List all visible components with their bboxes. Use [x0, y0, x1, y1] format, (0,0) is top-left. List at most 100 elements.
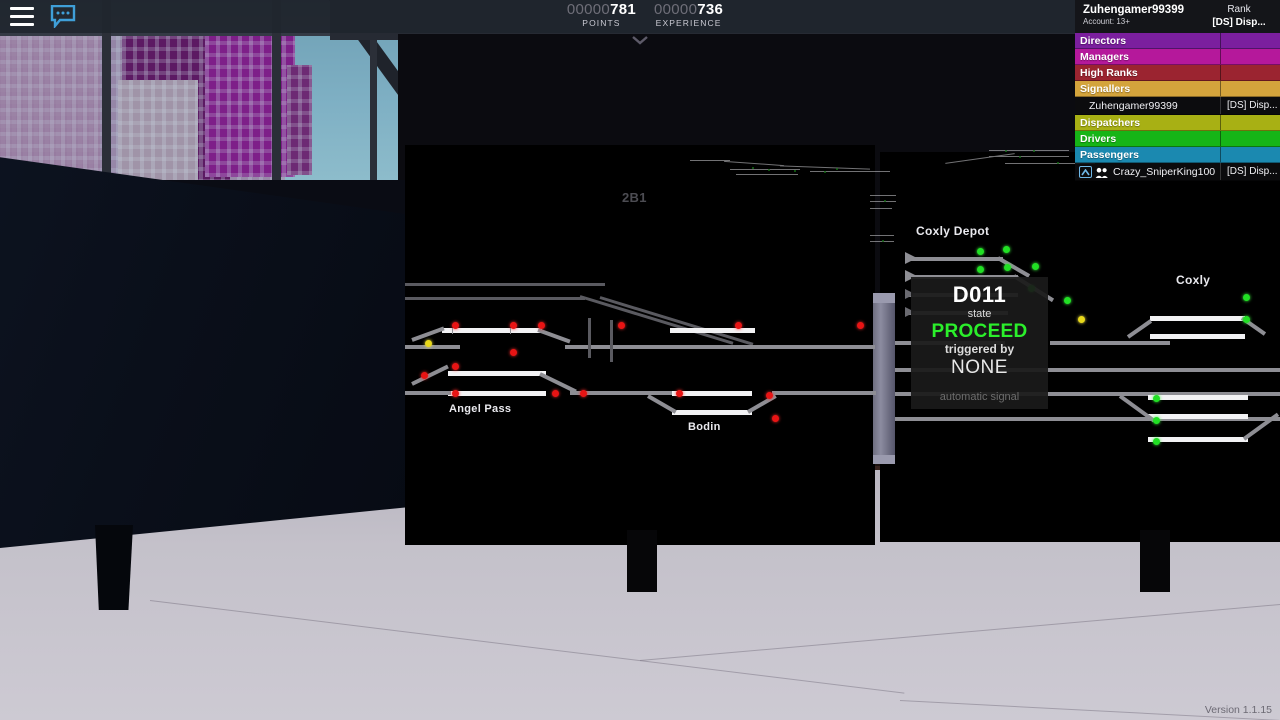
station-label-2b1: 2B1: [622, 190, 647, 205]
rail-upper-through-2: [405, 297, 585, 300]
player-group-divider: [1220, 81, 1221, 96]
player-group-label: Drivers: [1080, 132, 1117, 145]
player-group-managers: Managers: [1075, 49, 1280, 65]
signal-green-11[interactable]: [1153, 417, 1160, 424]
player-group-divider: [1220, 147, 1221, 162]
station-label-coxly: Coxly: [1176, 273, 1211, 287]
stat-experience-value: 00000736: [654, 2, 723, 18]
rail-depot-merge: [1050, 341, 1170, 345]
signal-red-8[interactable]: [421, 372, 428, 379]
rail-diagonal-up-2: [599, 296, 754, 346]
player-group-label: Dispatchers: [1080, 116, 1141, 129]
stat-points: 00000781 POINTS: [567, 2, 636, 32]
signal-red-6[interactable]: [735, 322, 742, 329]
local-player-account-age: Account: 13+: [1083, 17, 1130, 26]
local-player-rank: [DS] Disp...: [1212, 17, 1266, 28]
player-row-rank: [DS] Disp...: [1227, 99, 1278, 111]
platform-coxly-lower-1: [1148, 395, 1248, 400]
player-group-divider: [1220, 65, 1221, 80]
rail-angel-upper-through: [405, 345, 460, 349]
signal-red-2[interactable]: [510, 322, 517, 329]
signal-red-4[interactable]: [510, 349, 517, 356]
tooltip-state-label: state: [967, 308, 992, 320]
player-row-name: Zuhengamer99399: [1089, 99, 1178, 112]
stat-points-value: 00000781: [567, 2, 636, 18]
rail-diagonal-up-1: [579, 295, 734, 345]
signal-red-3[interactable]: [538, 322, 545, 329]
platform-coxly-upper-1: [1150, 316, 1245, 321]
signal-green-2[interactable]: [1003, 246, 1010, 253]
player-stats: 00000781 POINTS 00000736 EXPERIENCE: [545, 2, 745, 32]
player-group-label: High Ranks: [1080, 66, 1138, 79]
signal-info-tooltip: D011 state PROCEED triggered by NONE aut…: [911, 277, 1048, 409]
hamburger-menu-icon[interactable]: [10, 7, 34, 26]
player-group-divider: [1220, 49, 1221, 64]
platform-coxly-lower-3: [1148, 437, 1248, 442]
signal-red-11[interactable]: [552, 390, 559, 397]
friends-icon: [1095, 166, 1109, 178]
rail-angel-lower-join-l: [411, 364, 449, 386]
player-group-directors: Directors: [1075, 33, 1280, 49]
signal-red-1[interactable]: [452, 322, 459, 329]
game-viewport: 2B1 Angel Pass Bodin Coxly Depot Coxly D…: [0, 0, 1280, 720]
chevron-down-icon[interactable]: [632, 32, 648, 45]
player-row-divider: [1220, 97, 1221, 114]
player-list: Zuhengamer99399 Account: 13+ Rank [DS] D…: [1075, 0, 1280, 181]
rail-bracket-1: [610, 320, 613, 362]
signal-green-12[interactable]: [1153, 438, 1160, 445]
player-row[interactable]: Zuhengamer99399 [DS] Disp...: [1075, 97, 1280, 115]
signal-green-4[interactable]: [1004, 264, 1011, 271]
tooltip-signal-id: D011: [952, 282, 1007, 307]
signal-red-9[interactable]: [452, 363, 459, 370]
signal-red-10[interactable]: [452, 390, 459, 397]
player-list-local-player: Zuhengamer99399 Account: 13+: [1083, 3, 1184, 27]
tooltip-state-value: PROCEED: [931, 321, 1028, 342]
player-group-label: Directors: [1080, 34, 1127, 47]
signal-yellow-2[interactable]: [1078, 316, 1085, 323]
chat-bubble-icon[interactable]: [50, 4, 76, 30]
stat-experience-label: EXPERIENCE: [655, 18, 722, 28]
player-group-label: Signallers: [1080, 82, 1131, 95]
signal-red-15[interactable]: [772, 415, 779, 422]
signal-red-14[interactable]: [766, 392, 773, 399]
signal-green-7[interactable]: [1064, 297, 1071, 304]
rail-bodin-join-l: [647, 394, 677, 414]
station-label-bodin: Bodin: [688, 421, 721, 433]
player-row[interactable]: Crazy_SniperKing100 [DS] Disp...: [1075, 163, 1280, 181]
stat-points-label: POINTS: [582, 18, 621, 28]
signal-stem-1: [452, 328, 453, 334]
stat-points-zeros: 00000: [566, 1, 611, 18]
rail-angel-upper-join-r: [537, 328, 571, 344]
rail-bodin-out: [772, 391, 876, 395]
signal-red-12[interactable]: [580, 390, 587, 397]
version-label: Version 1.1.15: [1204, 704, 1272, 716]
signal-green-9[interactable]: [1243, 316, 1250, 323]
tooltip-trigger-value: NONE: [951, 357, 1008, 378]
platform-angel-upper: [442, 328, 542, 333]
signal-red-5[interactable]: [618, 322, 625, 329]
signal-red-7[interactable]: [857, 322, 864, 329]
platform-angel-lower-1: [448, 371, 546, 376]
signal-green-5[interactable]: [1032, 263, 1039, 270]
platform-coxly-upper-2: [1150, 334, 1245, 339]
player-group-signallers: Signallers: [1075, 81, 1280, 97]
stat-points-number: 781: [610, 1, 636, 18]
signal-red-13[interactable]: [676, 390, 683, 397]
signal-yellow-1[interactable]: [425, 340, 432, 347]
signal-green-8[interactable]: [1243, 294, 1250, 301]
player-group-label: Passengers: [1080, 148, 1139, 161]
player-row-rank: [DS] Disp...: [1227, 165, 1278, 177]
station-label-coxly-depot: Coxly Depot: [916, 224, 990, 238]
player-group-divider: [1220, 33, 1221, 48]
signal-green-10[interactable]: [1153, 395, 1160, 402]
rank-column-header: Rank: [1227, 4, 1251, 15]
local-player-name: Zuhengamer99399: [1083, 4, 1184, 16]
rail-depot-1: [908, 257, 1003, 261]
rail-main-lower: [405, 391, 451, 395]
player-row-divider: [1220, 163, 1221, 180]
player-group-high-ranks: High Ranks: [1075, 65, 1280, 81]
tooltip-footer-note: automatic signal: [939, 391, 1020, 403]
signal-green-1[interactable]: [977, 248, 984, 255]
signal-stem-2: [510, 328, 511, 334]
player-group-passengers: Passengers: [1075, 147, 1280, 163]
